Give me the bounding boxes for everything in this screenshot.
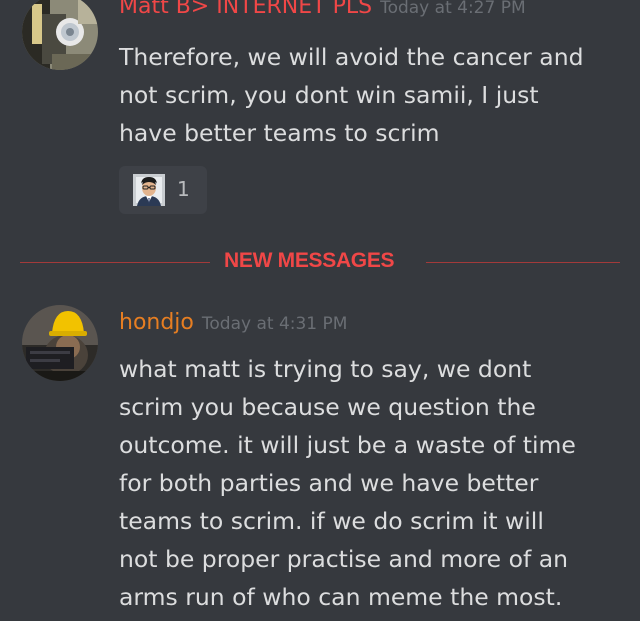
message-line: scrim you because we question the [119, 393, 536, 421]
message-line: Therefore, we will avoid the cancer and [119, 43, 584, 71]
message-line: not be proper practise and more of an [119, 545, 569, 573]
new-messages-divider: NEW MESSAGES [20, 249, 620, 272]
message-content: what matt is trying to say, we dont scri… [119, 350, 624, 616]
avatar-hondjo[interactable] [22, 305, 98, 381]
message-hondjo: hondjo Today at 4:31 PM what matt is tryi… [0, 300, 640, 621]
timestamp[interactable]: Today at 4:27 PM [380, 0, 526, 18]
message-content: Therefore, we will avoid the cancer and … [119, 38, 624, 152]
username-matt[interactable]: Matt B> INTERNET PLS [119, 0, 372, 19]
message-header: hondjo Today at 4:31 PM [119, 310, 347, 335]
timestamp[interactable]: Today at 4:31 PM [202, 314, 348, 334]
message-line: arms run of who can meme the most. [119, 583, 563, 611]
avatar-matt[interactable] [22, 0, 98, 70]
message-line: outcome. it will just be a waste of time [119, 431, 576, 459]
avatar-hondjo-image [22, 305, 98, 381]
message-line: teams to scrim. if we do scrim it will [119, 507, 544, 535]
divider-line-left [20, 262, 210, 263]
message-line: for both parties and we have better [119, 469, 539, 497]
message-matt: Matt B> INTERNET PLS Today at 4:27 PM The… [0, 0, 640, 230]
message-line: not scrim, you dont win samii, I just [119, 81, 539, 109]
reaction-count: 1 [177, 177, 190, 201]
username-hondjo[interactable]: hondjo [119, 310, 194, 335]
message-header: Matt B> INTERNET PLS Today at 4:27 PM [119, 0, 526, 19]
avatar-matt-image [22, 0, 98, 70]
message-line: what matt is trying to say, we dont [119, 355, 532, 383]
new-messages-label: NEW MESSAGES [224, 249, 395, 272]
divider-line-right [426, 262, 620, 263]
man-face-emoji-icon [133, 174, 165, 206]
message-line: have better teams to scrim [119, 119, 440, 147]
reaction-button[interactable]: 1 [119, 166, 207, 214]
